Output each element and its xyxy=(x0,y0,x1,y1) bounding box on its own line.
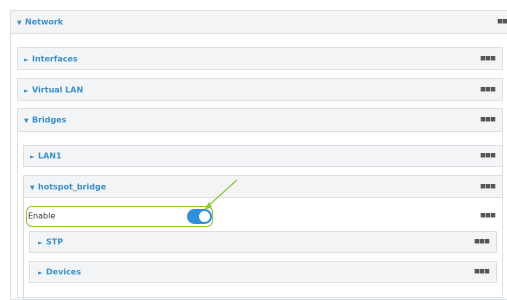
callout-arrow-icon xyxy=(204,179,238,210)
